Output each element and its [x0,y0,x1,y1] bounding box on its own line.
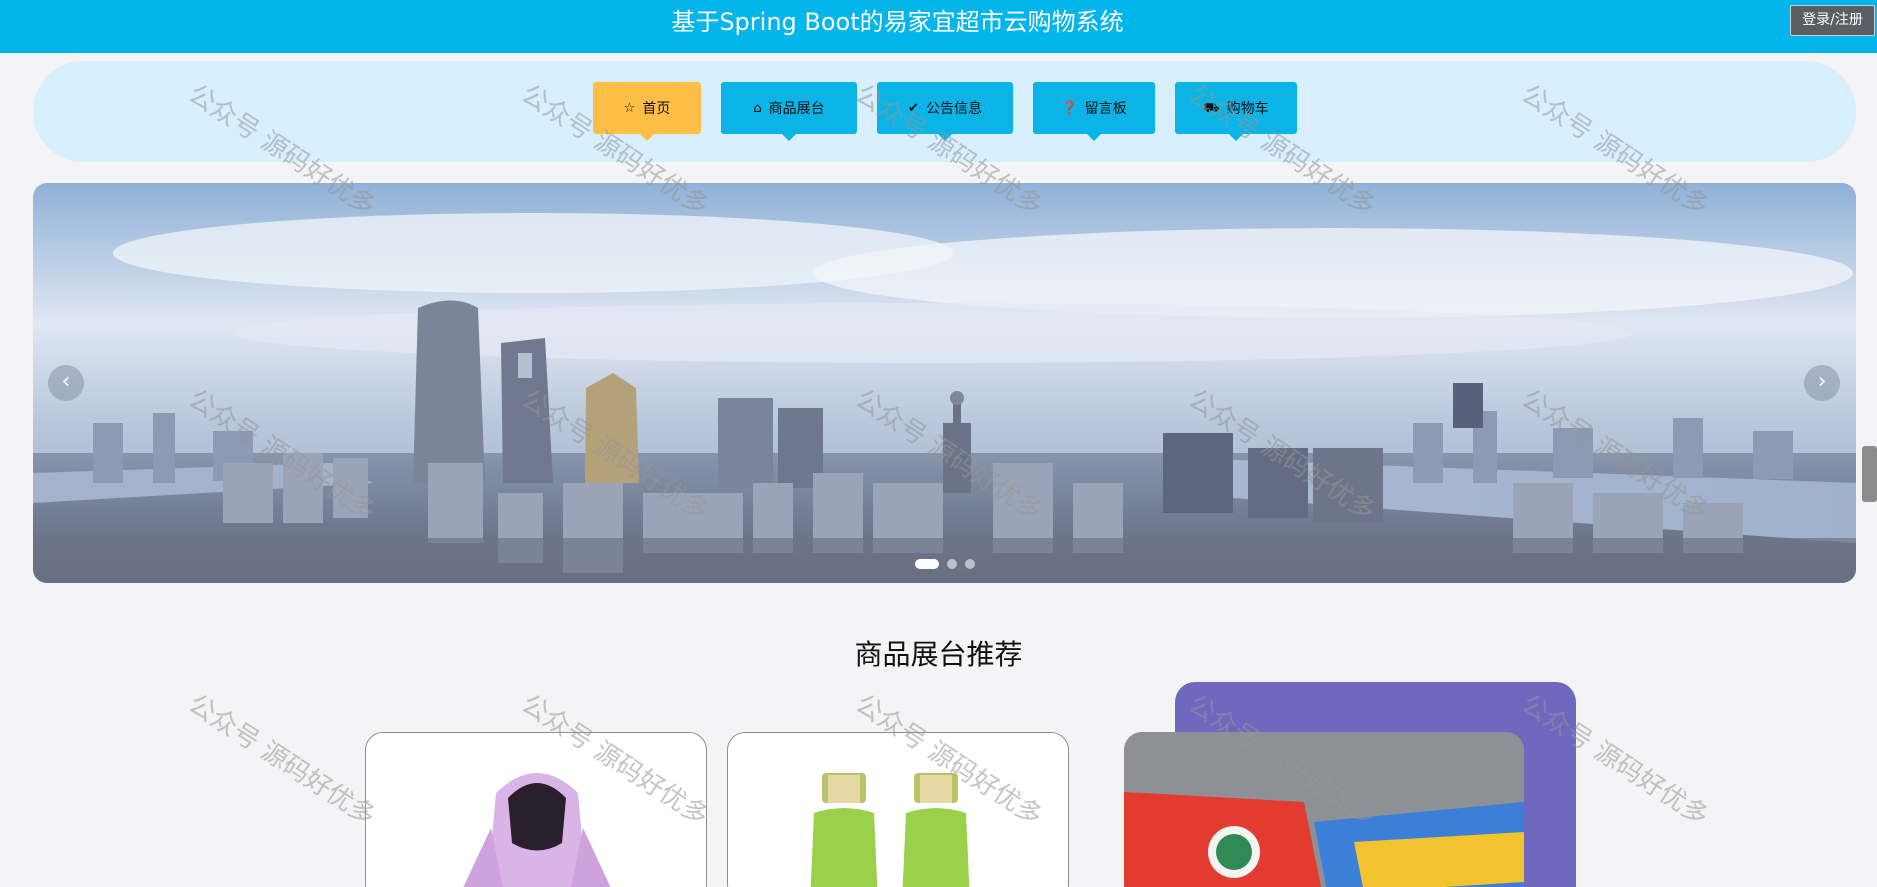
product-card[interactable] [727,732,1069,887]
nav-item-label: 商品展台 [768,101,825,117]
nav-item-announcements[interactable]: ✔ 公告信息 [877,82,1013,141]
section-title: 商品展台推荐 [854,638,1023,671]
product-image-bottles [810,773,970,887]
nav-item-label: 公告信息 [925,101,982,117]
product-image-snacks [1124,732,1524,887]
nav-item-label: 购物车 [1226,101,1269,117]
carousel-dots [33,559,1856,569]
carousel-next-arrow-icon[interactable]: › [1804,365,1840,401]
login-register-button[interactable]: 登录/注册 [1790,5,1875,36]
nav-item-message-board[interactable]: ❓ 留言板 [1033,82,1155,141]
carousel-prev-arrow-icon[interactable]: ‹ [48,365,84,401]
question-icon: ❓ [1061,100,1078,116]
product-card[interactable] [365,732,707,887]
bell-icon: ✔ [908,100,919,116]
carousel-dot[interactable] [964,559,975,569]
nav-item-label: 留言板 [1084,101,1127,117]
cart-icon: ⛟ [1203,100,1220,116]
page-scrollbar[interactable] [1862,446,1877,502]
header-bar: 基于Spring Boot的易家宜超市云购物系统 登录/注册 [0,0,1877,53]
product-image-jacket [463,773,611,887]
banner-carousel[interactable] [33,183,1856,583]
carousel-dot[interactable] [914,559,939,569]
carousel-dot[interactable] [946,559,957,569]
nav-item-products[interactable]: ⌂ 商品展台 [721,82,857,141]
shopping-bag-icon: ⌂ [753,100,762,116]
nav-item-label: 首页 [642,101,671,117]
nav-item-cart[interactable]: ⛟ 购物车 [1175,82,1297,141]
watermark-text: 公众号 源码好优多 [182,689,381,833]
city-skyline-image [33,183,1856,583]
nav-item-home[interactable]: ☆ 首页 [593,82,701,141]
featured-product-card[interactable] [1124,732,1524,887]
site-title: 基于Spring Boot的易家宜超市云购物系统 [671,8,1124,36]
star-icon: ☆ [623,100,636,116]
